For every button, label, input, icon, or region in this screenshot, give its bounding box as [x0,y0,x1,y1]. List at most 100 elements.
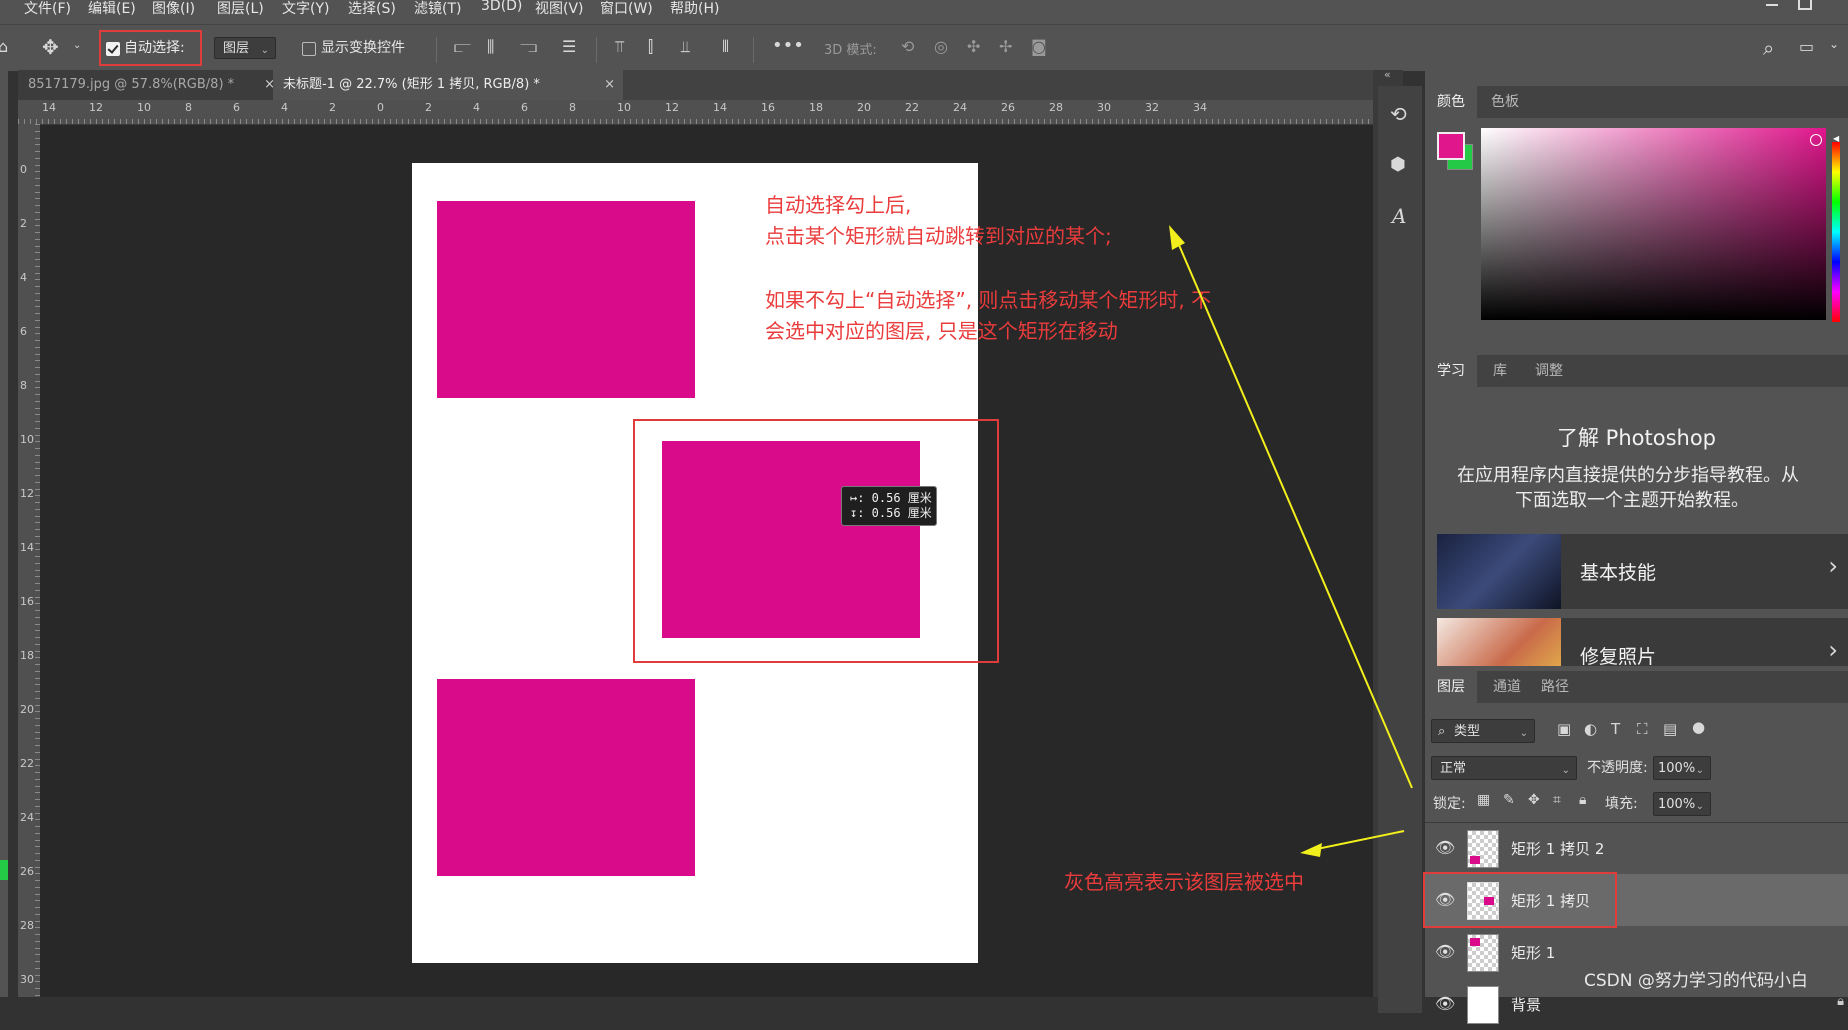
rectangle-layer-copy-2[interactable] [437,679,695,876]
3d-camera-icon[interactable]: ◙ [1031,37,1047,56]
ruler-tick [1134,119,1135,124]
menu-layer[interactable]: 图层(L) [217,0,264,18]
lock-transparent-icon[interactable]: ▦ [1477,792,1490,808]
home-icon[interactable]: ⌂ [0,37,8,56]
menu-select[interactable]: 选择(S) [348,0,396,18]
tab-color[interactable]: 颜色 [1425,86,1477,118]
ruler-tick [1104,119,1105,124]
filter-smart-object-icon[interactable]: ▤ [1663,720,1677,738]
tab-adjustments[interactable]: 调整 [1523,355,1575,387]
lock-pixels-icon[interactable]: ✎ [1503,792,1515,808]
horizontal-ruler: 14 12 10 8 6 4 2 0 2 4 6 8 10 12 14 16 1… [18,100,1373,125]
foreground-color-swatch[interactable] [1437,132,1465,160]
filter-adjustment-icon[interactable]: ◐ [1584,720,1597,738]
eye-icon[interactable]: 👁︎ [1435,942,1455,961]
3d-roll-icon[interactable]: ◎ [934,37,948,56]
align-middle-v-icon[interactable]: ⫿ [648,37,653,57]
learn-card-basic-skills[interactable]: 基本技能 › [1437,534,1848,609]
ruler-tick [408,119,409,124]
more-options-icon[interactable]: ••• [772,35,804,56]
ruler-tick [1314,119,1315,124]
close-icon[interactable]: × [604,70,615,100]
tab-paths[interactable]: 路径 [1529,671,1581,703]
lock-position-icon[interactable]: ✥ [1528,792,1540,808]
rectangle-layer-1[interactable] [437,201,695,398]
ruler-tick [204,119,205,124]
color-field[interactable] [1481,128,1826,320]
workspace-icon[interactable]: ▭ [1799,37,1814,56]
tab-swatches[interactable]: 色板 [1479,86,1531,118]
ruler-tick [66,119,67,124]
tab-document-1[interactable]: 8517179.jpg @ 57.8%(RGB/8) * × [18,70,283,100]
tab-channels[interactable]: 通道 [1481,671,1533,703]
menu-file[interactable]: 文件(F) [24,0,71,18]
ruler-label: 14 [20,541,34,554]
tab-libraries[interactable]: 库 [1481,355,1519,387]
3d-pan-icon[interactable]: ✣ [967,37,980,56]
lock-artboard-icon[interactable]: ⌗ [1553,792,1561,808]
3d-mode-label: 3D 模式: [824,43,877,58]
layer-row[interactable]: 👁︎ 矩形 1 拷贝 2 [1425,822,1848,874]
ruler-tick [54,119,55,124]
3d-panel-icon[interactable]: ⬢ [1390,154,1406,175]
auto-select-target-dropdown[interactable]: 图层 ⌄ [214,37,276,59]
character-panel-icon[interactable]: A [1392,204,1406,228]
ruler-label: 8 [185,101,192,114]
menu-3d[interactable]: 3D(D) [481,0,522,14]
menu-image[interactable]: 图像(I) [152,0,195,18]
learn-card-fix-photos[interactable]: 修复照片 › [1437,618,1848,666]
3d-orbit-icon[interactable]: ⟲ [901,37,914,56]
background-color-swatch[interactable] [0,860,8,880]
align-right-icon[interactable]: ⫎ [520,37,537,57]
window-restore-button[interactable] [1794,0,1814,10]
ruler-tick [966,119,967,124]
filter-pixel-icon[interactable]: ▣ [1557,720,1571,738]
hue-slider-marker-icon[interactable]: ◀ [1833,134,1839,143]
history-icon[interactable]: ⟲ [1390,102,1407,126]
window-minimize-button[interactable] [1757,0,1787,12]
filter-type-icon[interactable]: T [1611,720,1620,738]
opacity-input[interactable]: 100% ⌄ [1653,756,1711,780]
ruler-tick [822,119,823,124]
search-icon[interactable]: ⌕ [1763,36,1774,60]
blend-mode-dropdown[interactable]: 正常 ⌄ [1431,756,1577,780]
filter-toggle-icon[interactable]: ● [1692,718,1705,736]
distribute-v-icon[interactable]: ⦀ [722,37,729,57]
eye-icon[interactable]: 👁︎ [1435,838,1455,857]
menu-type[interactable]: 文字(Y) [282,0,329,18]
ruler-label: 4 [20,271,27,284]
chevron-down-icon[interactable]: ⌄ [1829,37,1839,51]
menu-help[interactable]: 帮助(H) [670,0,719,18]
menu-window[interactable]: 窗口(W) [600,0,653,18]
show-transform-checkbox[interactable] [302,42,316,56]
move-tool-icon[interactable]: ✥ [42,35,59,59]
auto-select-checkbox[interactable] [106,42,120,56]
hue-slider[interactable] [1832,142,1840,322]
3d-slide-icon[interactable]: ✢ [999,37,1012,56]
menu-edit[interactable]: 编辑(E) [88,0,136,18]
distribute-h-icon[interactable]: ☰ [562,37,576,56]
menu-filter[interactable]: 滤镜(T) [414,0,461,18]
ruler-tick [1206,119,1207,124]
align-left-icon[interactable]: ⫍ [454,37,471,57]
tab-learn[interactable]: 学习 [1425,355,1477,387]
chevron-down-icon[interactable]: ⌄ [73,40,81,51]
align-center-h-icon[interactable]: ⫼ [487,37,494,57]
layer-filter-dropdown[interactable]: ⌕ 类型 ⌄ [1431,719,1535,743]
ruler-tick [144,119,145,124]
tab-document-2[interactable]: 未标题-1 @ 22.7% (矩形 1 拷贝, RGB/8) * × [273,70,623,100]
align-top-icon[interactable]: ⫪ [615,37,624,57]
menu-bar: 文件(F) 编辑(E) 图像(I) 图层(L) 文字(Y) 选择(S) 滤镜(T… [0,0,1848,24]
align-bottom-icon[interactable]: ⫫ [681,37,690,57]
fill-input[interactable]: 100% ⌄ [1653,792,1711,816]
ruler-tick [264,119,265,124]
tab-layers[interactable]: 图层 [1425,671,1477,703]
collapse-icon[interactable]: « [1384,68,1391,81]
lock-label: 锁定: [1433,796,1466,812]
ruler-tick [372,119,373,124]
menu-view[interactable]: 视图(V) [535,0,584,18]
move-offset-tooltip: ↦: 0.56 厘米 ↧: 0.56 厘米 [841,486,937,526]
filter-shape-icon[interactable]: ⛶ [1637,720,1648,738]
lock-all-icon[interactable]: 🔒︎ [1579,792,1586,808]
ruler-tick [330,119,331,124]
